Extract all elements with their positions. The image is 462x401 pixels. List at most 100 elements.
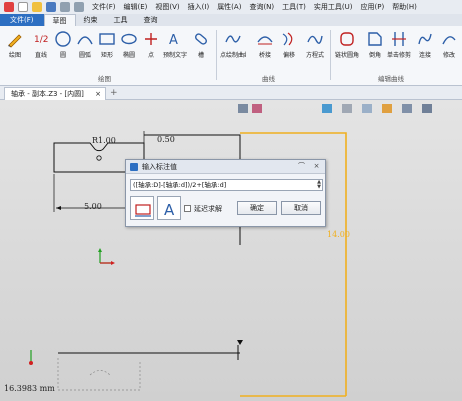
slot-button[interactable]: 槽 [188,30,214,59]
ribbon: 绘图 1/2 直线 圆 圆弧 矩形 椭圆 点 A 预制文字 槽 点绘制曲 桥接 … [0,26,462,86]
menu-insert[interactable]: 插入(I) [188,2,210,12]
dialog-close-icon[interactable]: × [312,162,321,171]
menu-bar: 文件(F) 编辑(E) 视图(V) 插入(I) 属性(A) 查询(N) 工具(T… [0,0,462,14]
dim-arrow-down [237,340,243,345]
group-separator [216,30,217,80]
ellipse-icon [121,33,137,45]
dim-050-label[interactable]: 0.50 [157,135,175,144]
axis-y-arrow [98,248,102,252]
view-settings-icon[interactable] [422,104,432,113]
section-view-icon[interactable] [362,104,372,113]
spline-icon [225,35,241,43]
pan-view-icon[interactable] [238,104,248,113]
defer-solve-label: 延迟求解 [194,205,222,213]
dim-r1-label[interactable]: R1.00 [92,136,116,145]
menu-apps[interactable]: 应用(P) [361,2,385,12]
tab-query[interactable]: 查询 [136,14,166,26]
circle-icon [55,31,71,47]
cancel-button[interactable]: 取消 [281,201,321,215]
modify-button[interactable]: 修改 [436,30,462,59]
menu-attribute[interactable]: 属性(A) [217,2,241,12]
line-icon: 1/2 [34,35,48,45]
app-logo-icon [4,2,14,12]
undo-icon[interactable] [60,2,70,12]
dialog-title-bar: 输入标注值 ⌒ × [126,160,325,174]
curve-by-point-button[interactable]: 点绘制曲线 [220,30,246,59]
dim-5-label[interactable]: 5.00 [84,202,102,211]
connect-icon [418,33,432,45]
erase-view-icon[interactable] [252,104,262,113]
expression-input[interactable]: ([轴承:D]-[轴承:d])/2+[轴承:d] ▲ ▼ [130,179,323,191]
chamfer-button[interactable]: 倒角 [362,30,388,59]
group-label-edit: 编辑曲线 [378,75,404,83]
tab-sketch[interactable]: 草图 [43,14,76,26]
bridge-button[interactable]: 桥接 [252,30,278,59]
layer-icon[interactable] [402,104,412,113]
save-icon[interactable] [46,2,56,12]
tab-constraint[interactable]: 约束 [76,14,106,26]
group-separator [330,30,331,80]
defer-solve-checkbox[interactable] [184,205,191,212]
cube-view-icon[interactable] [322,104,332,113]
menu-help[interactable]: 帮助(H) [392,2,417,12]
svg-text:A: A [164,201,175,219]
tab-tools[interactable]: 工具 [106,14,136,26]
chain-fillet-button[interactable]: 链状圆角 [334,30,360,59]
arc-icon [77,36,93,45]
connect-button[interactable]: 连接 [412,30,438,59]
dim-14-label[interactable]: 14.00 [327,230,350,239]
sketch-edge-bottom[interactable] [58,345,240,360]
document-tab-bar: 轴承 - 副本.Z3 - [内圆] × + [0,86,462,100]
axis-x-arrow [111,261,115,265]
ok-button[interactable]: 确定 [237,201,277,215]
dialog-app-icon [130,162,138,171]
menu-file[interactable]: 文件(F) [92,2,116,12]
point-icon [145,33,157,45]
status-value: 16.3983 mm [4,384,55,393]
fillet-icon [340,32,354,46]
tab-file[interactable]: 文件(F) [0,14,44,26]
sketch-drawing [29,104,432,397]
group-label-curve: 曲线 [262,75,275,83]
view-toolbar [238,104,432,113]
display-icon[interactable] [382,104,392,113]
redo-icon[interactable] [74,2,84,12]
close-icon[interactable]: × [95,88,101,100]
slot-icon [195,33,207,45]
add-tab-icon[interactable]: + [110,88,118,98]
bridge-icon [257,36,273,45]
trim-icon [392,32,406,46]
dim-050-lines [143,131,150,143]
new-file-icon[interactable] [18,2,28,12]
menu-tools[interactable]: 工具(T) [282,2,306,12]
point-button[interactable]: 点 [138,30,164,59]
svg-text:A: A [169,33,178,48]
spinner-icon[interactable]: ▲ ▼ [317,180,321,190]
dialog-pin-icon[interactable]: ⌒ [297,162,306,171]
trim-button[interactable]: 单击修剪 [386,30,412,59]
equation-button[interactable]: 方程式 [302,30,328,59]
menu-utilities[interactable]: 实用工具(U) [314,2,353,12]
dimension-style-button[interactable] [130,196,154,220]
hidden-geometry [57,358,141,391]
rectangle-icon [99,33,115,45]
draw-button[interactable]: 绘图 [2,30,28,59]
document-tab[interactable]: 轴承 - 副本.Z3 - [内圆] × [4,87,106,100]
preset-text-button[interactable]: A 预制文字 [162,30,188,59]
text-style-icon: A [164,201,175,219]
svg-text:1/2: 1/2 [34,35,48,45]
menu-view[interactable]: 视图(V) [155,2,179,12]
menu-query[interactable]: 查询(N) [249,2,274,12]
dimension-style-icon [135,204,151,217]
menu-edit[interactable]: 编辑(E) [124,2,148,12]
render-mode-icon[interactable] [342,104,352,113]
ribbon-tab-bar: 文件(F) 草图 约束 工具 查询 [0,14,462,26]
offset-button[interactable]: 偏移 [276,30,302,59]
text-style-button[interactable]: A [157,196,181,220]
hole-circle[interactable] [96,155,102,161]
open-file-icon[interactable] [32,2,42,12]
document-tab-title: 轴承 - 副本.Z3 - [内圆] [11,90,84,98]
drawing-canvas[interactable]: R1.00 0.50 5.00 14.00 16.3983 mm [0,100,462,401]
dialog-title: 输入标注值 [142,162,177,171]
modify-icon [442,36,456,45]
